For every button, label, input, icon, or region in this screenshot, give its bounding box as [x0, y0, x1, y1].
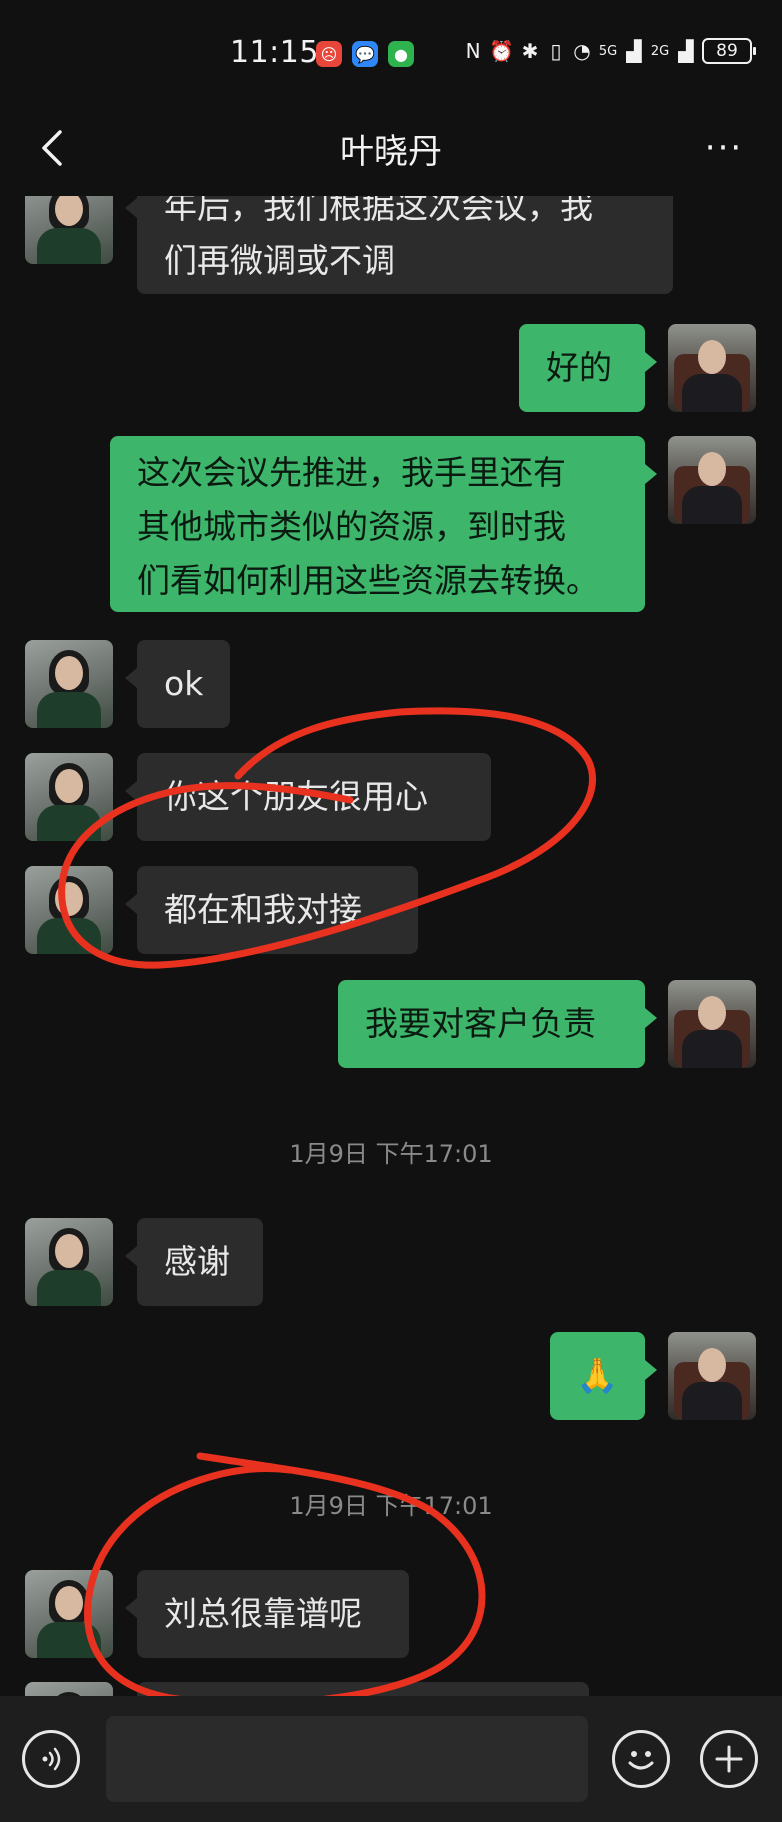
contact-avatar[interactable] [25, 640, 113, 728]
message-text: 都在和我对接 [164, 890, 362, 929]
my-avatar[interactable] [668, 324, 756, 412]
message-bubble-outgoing[interactable]: 这次会议先推进，我手里还有 其他城市类似的资源，到时我 们看如何利用这些资源去转… [110, 436, 657, 612]
message-timestamp: 1月9日 下午17:01 [289, 1492, 493, 1520]
message-text-line: 其他城市类似的资源，到时我 [137, 507, 566, 546]
message-text: 你这个朋友很用心 [164, 777, 428, 816]
message-text: ok [164, 664, 204, 703]
status-bar: 11:15 ☹ 💬 ● N ⏰ ✱ ▯ ◔ 5G ▟ 2G ▟ 89 [0, 0, 782, 100]
vibrate-icon: ▯ [550, 39, 562, 63]
more-functions-button[interactable] [700, 1730, 758, 1788]
plus-icon [715, 1745, 743, 1773]
message-text-line: 年后，我们根据这次会议，我 [164, 196, 593, 226]
battery-indicator: 89 [702, 38, 756, 64]
network-5g-label: 5G [598, 43, 618, 59]
message-text-line: 们看如何利用这些资源去转换。 [137, 561, 599, 600]
message-bubble-outgoing[interactable]: 好的 [519, 324, 657, 412]
my-avatar[interactable] [668, 980, 756, 1068]
contact-avatar[interactable] [25, 866, 113, 954]
message-list[interactable]: 年后，我们根据这次会议，我 们再微调或不调 好的 这次会议先推进，我手里还有 其… [0, 196, 782, 1696]
emoji-button[interactable] [612, 1730, 670, 1788]
chat-header: 叶晓丹 ··· [0, 100, 782, 196]
voice-icon [42, 1747, 61, 1771]
folded-hands-emoji: 🙏 [576, 1356, 619, 1396]
contact-avatar[interactable] [25, 1682, 113, 1696]
red-app-notification-icon: ☹ [316, 41, 342, 67]
wifi-icon: ◔ [573, 39, 591, 63]
message-bubble-incoming[interactable]: 刘总很靠谱呢 [125, 1570, 409, 1658]
message-timestamp: 1月9日 下午17:01 [289, 1140, 493, 1168]
message-bubble-incoming[interactable]: 感谢 [125, 1218, 263, 1306]
my-avatar[interactable] [668, 1332, 756, 1420]
signal-icon: ▟ [678, 39, 694, 63]
contact-avatar[interactable] [25, 1218, 113, 1306]
status-time: 11:15 [230, 35, 319, 70]
message-input[interactable] [106, 1716, 588, 1802]
signal-icon: ▟ [626, 39, 642, 63]
message-bubble-incoming[interactable]: 都在和我对接 [125, 866, 418, 954]
chat-screen: 11:15 ☹ 💬 ● N ⏰ ✱ ▯ ◔ 5G ▟ 2G ▟ 89 叶晓丹 ·… [0, 0, 782, 1822]
message-text: 好的 [546, 348, 612, 387]
contact-avatar[interactable] [25, 1570, 113, 1658]
chat-title: 叶晓丹 [340, 132, 442, 172]
message-bubble-incoming[interactable] [137, 1682, 589, 1696]
smiley-icon [628, 1751, 654, 1770]
message-text: 我要对客户负责 [365, 1004, 596, 1043]
voice-input-button[interactable] [22, 1730, 80, 1788]
message-bubble-incoming[interactable]: 你这个朋友很用心 [125, 753, 491, 841]
message-text-line: 这次会议先推进，我手里还有 [137, 453, 566, 492]
message-bubble-outgoing[interactable]: 🙏 [550, 1332, 657, 1420]
network-2g-label: 2G [650, 43, 670, 59]
contact-avatar[interactable] [25, 196, 113, 264]
message-text-line: 们再微调或不调 [164, 241, 395, 280]
nfc-icon: N [465, 39, 481, 63]
contact-avatar[interactable] [25, 753, 113, 841]
my-avatar[interactable] [668, 436, 756, 524]
alarm-icon: ⏰ [489, 39, 514, 63]
message-bubble-incoming[interactable]: 年后，我们根据这次会议，我 们再微调或不调 [125, 196, 673, 294]
more-options-button[interactable]: ··· [696, 124, 752, 172]
message-bubble-outgoing[interactable]: 我要对客户负责 [338, 980, 657, 1068]
message-text: 感谢 [164, 1242, 230, 1281]
message-text: 刘总很靠谱呢 [164, 1594, 362, 1633]
wechat-notification-icon: ● [388, 41, 414, 67]
bluetooth-icon: ✱ [521, 39, 539, 63]
input-bar [0, 1696, 782, 1822]
status-indicators: N ⏰ ✱ ▯ ◔ 5G ▟ 2G ▟ 89 [463, 38, 756, 64]
message-app-notification-icon: 💬 [352, 41, 378, 67]
message-bubble-incoming[interactable]: ok [125, 640, 230, 728]
